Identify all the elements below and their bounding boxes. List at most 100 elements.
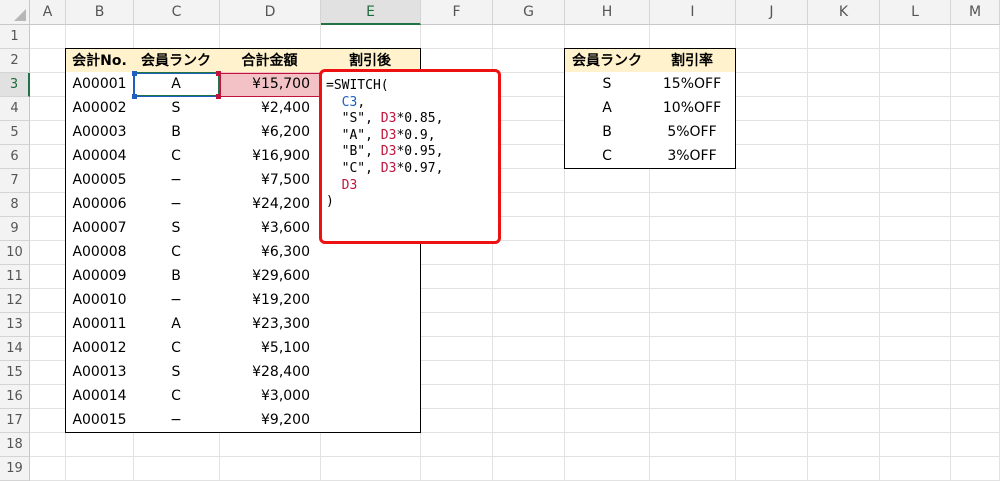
row-header-4[interactable]: 4 [0,97,30,121]
cell-discounted[interactable] [320,336,421,361]
cell-account-no[interactable]: A00013 [65,360,134,385]
cell-total-amount[interactable]: ¥3,000 [219,384,321,409]
cell-total-amount[interactable]: ¥6,300 [219,240,321,265]
row-header-17[interactable]: 17 [0,409,30,433]
cell-discount-rate[interactable]: 15%OFF [649,72,736,97]
row-header-1[interactable]: 1 [0,25,30,49]
cell-total-amount[interactable]: ¥5,100 [219,336,321,361]
cell-discounted[interactable] [320,288,421,313]
table-header[interactable]: 会員ランク [133,48,220,73]
cell-account-no[interactable]: A00009 [65,264,134,289]
cell-member-rank[interactable]: − [133,192,220,217]
row-header-7[interactable]: 7 [0,169,30,193]
cell-discount-rate[interactable]: 5%OFF [649,120,736,145]
cell-member-rank[interactable]: − [133,408,220,433]
ref-handle[interactable] [132,71,137,76]
cell-member-rank[interactable]: B [133,264,220,289]
column-header-m[interactable]: M [951,0,1000,25]
row-header-8[interactable]: 8 [0,193,30,217]
cell-total-amount[interactable]: ¥24,200 [219,192,321,217]
cell-account-no[interactable]: A00012 [65,336,134,361]
column-header-a[interactable]: A [30,0,66,25]
column-header-e[interactable]: E [321,0,421,25]
cell-member-rank[interactable]: − [133,288,220,313]
cell-total-amount[interactable]: ¥2,400 [219,96,321,121]
row-header-16[interactable]: 16 [0,385,30,409]
cell-discounted[interactable] [320,264,421,289]
cell-member-rank[interactable]: S [133,96,220,121]
column-header-d[interactable]: D [220,0,321,25]
cell-account-no[interactable]: A00003 [65,120,134,145]
cell-discount-rank[interactable]: C [564,144,650,169]
row-header-3[interactable]: 3 [0,73,30,97]
column-header-b[interactable]: B [66,0,134,25]
cell-total-amount[interactable]: ¥23,300 [219,312,321,337]
cell-total-amount[interactable]: ¥6,200 [219,120,321,145]
cell-account-no[interactable]: A00015 [65,408,134,433]
cell-account-no[interactable]: A00006 [65,192,134,217]
cell-account-no[interactable]: A00001 [65,72,134,97]
cell-total-amount[interactable]: ¥3,600 [219,216,321,241]
formula-editor[interactable]: =SWITCH( C3, "S", D3*0.85, "A", D3*0.9, … [319,69,501,244]
row-header-13[interactable]: 13 [0,313,30,337]
cell-discount-rank[interactable]: A [564,96,650,121]
row-header-11[interactable]: 11 [0,265,30,289]
select-all-corner[interactable] [0,0,30,25]
cell-discounted[interactable] [320,312,421,337]
column-header-g[interactable]: G [493,0,565,25]
column-header-j[interactable]: J [736,0,808,25]
cell-member-rank[interactable]: − [133,168,220,193]
row-header-19[interactable]: 19 [0,457,30,481]
table-header[interactable]: 会計No. [65,48,134,73]
cell-account-no[interactable]: A00007 [65,216,134,241]
row-header-14[interactable]: 14 [0,337,30,361]
cell-account-no[interactable]: A00005 [65,168,134,193]
formula-text[interactable]: =SWITCH( C3, "S", D3*0.85, "A", D3*0.9, … [326,78,443,211]
column-header-k[interactable]: K [808,0,880,25]
row-header-2[interactable]: 2 [0,49,30,73]
cell-total-amount[interactable]: ¥7,500 [219,168,321,193]
row-header-12[interactable]: 12 [0,289,30,313]
cell-discount-rank[interactable]: B [564,120,650,145]
cell-member-rank[interactable]: C [133,144,220,169]
cell-account-no[interactable]: A00010 [65,288,134,313]
cell-total-amount[interactable]: ¥9,200 [219,408,321,433]
cell-discounted[interactable] [320,384,421,409]
cell-member-rank[interactable]: S [133,360,220,385]
table-header[interactable]: 合計金額 [219,48,321,73]
cell-member-rank[interactable]: A [133,312,220,337]
column-header-f[interactable]: F [421,0,493,25]
cell-total-amount[interactable]: ¥19,200 [219,288,321,313]
column-header-c[interactable]: C [134,0,220,25]
cell-discounted[interactable] [320,360,421,385]
cell-discount-rate[interactable]: 3%OFF [649,144,736,169]
cell-discounted[interactable] [320,408,421,433]
row-header-18[interactable]: 18 [0,433,30,457]
row-header-5[interactable]: 5 [0,121,30,145]
ref-handle[interactable] [132,94,137,99]
row-header-9[interactable]: 9 [0,217,30,241]
cell-member-rank[interactable]: C [133,240,220,265]
cell-account-no[interactable]: A00014 [65,384,134,409]
row-header-10[interactable]: 10 [0,241,30,265]
cell-discount-rank[interactable]: S [564,72,650,97]
ref-handle[interactable] [216,94,221,99]
ref-handle[interactable] [216,71,221,76]
discount-header[interactable]: 会員ランク [564,48,650,73]
discount-header[interactable]: 割引率 [649,48,736,73]
cell-total-amount[interactable]: ¥29,600 [219,264,321,289]
cell-member-rank[interactable]: B [133,120,220,145]
cell-member-rank[interactable]: C [133,384,220,409]
cell-discount-rate[interactable]: 10%OFF [649,96,736,121]
column-header-l[interactable]: L [880,0,951,25]
row-header-15[interactable]: 15 [0,361,30,385]
row-header-6[interactable]: 6 [0,145,30,169]
column-header-i[interactable]: I [650,0,736,25]
cell-member-rank[interactable]: S [133,216,220,241]
cell-member-rank[interactable]: C [133,336,220,361]
cell-total-amount[interactable]: ¥28,400 [219,360,321,385]
cell-account-no[interactable]: A00011 [65,312,134,337]
cell-account-no[interactable]: A00004 [65,144,134,169]
column-header-h[interactable]: H [565,0,650,25]
cell-account-no[interactable]: A00008 [65,240,134,265]
